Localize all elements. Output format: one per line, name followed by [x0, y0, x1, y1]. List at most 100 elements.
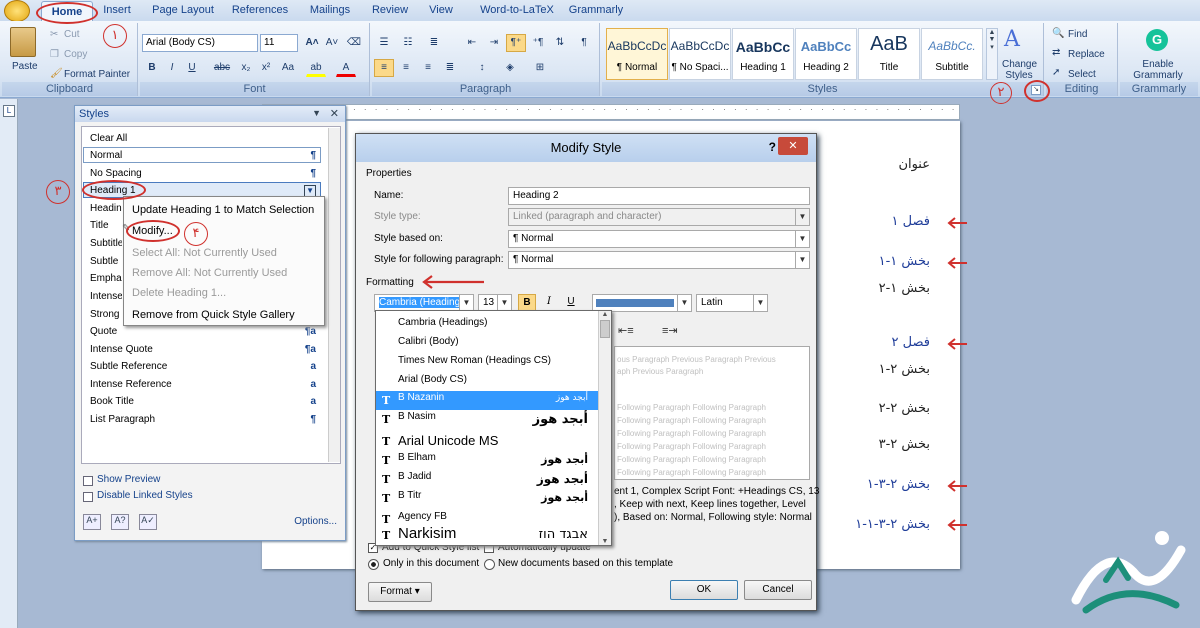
style-item[interactable]: Intense Emphasis [83, 288, 123, 304]
change-styles-button[interactable]: Change Styles [1002, 59, 1037, 81]
style-item[interactable]: Clear All [83, 130, 321, 146]
change-case-icon[interactable]: Aa [278, 59, 298, 77]
strikethrough-icon[interactable]: abc [212, 59, 232, 77]
menu-item-remove-all[interactable]: Remove All: Not Currently Used [132, 267, 287, 279]
tab-word-to-latex[interactable]: Word-to-LaTeX [475, 4, 559, 16]
tab-view[interactable]: View [425, 4, 457, 16]
align-center-icon[interactable]: ≡ [396, 59, 416, 77]
style-item[interactable]: Title [83, 217, 123, 233]
style-item[interactable]: Subtle Emphasis [83, 253, 123, 269]
find-button[interactable]: Find [1068, 29, 1087, 40]
ok-button[interactable]: OK [670, 580, 738, 600]
font-option[interactable]: TB Nasim أبجد هوز [376, 410, 598, 429]
font-option[interactable]: Calibri (Body) [376, 332, 598, 351]
font-option[interactable]: TB Jadid أبجد هوز [376, 470, 598, 489]
quick-style-scroll[interactable]: ▲ ▼ ▾ [986, 28, 998, 80]
quick-style-title[interactable]: AaB Title [858, 28, 920, 80]
line-spacing-icon[interactable]: ↕ [472, 59, 492, 77]
enable-grammarly-button[interactable]: Enable Grammarly [1122, 59, 1194, 81]
close-icon[interactable]: ✕ [330, 107, 339, 120]
bullets-icon[interactable]: ☰ [374, 34, 394, 52]
disable-linked-checkbox[interactable] [83, 492, 93, 502]
sort-icon[interactable]: ⇅ [550, 34, 570, 52]
shrink-font-icon[interactable]: A˅ [322, 34, 342, 52]
style-item[interactable]: Normal ¶ [83, 147, 321, 163]
quick-style-heading-2[interactable]: AaBbCc Heading 2 [795, 28, 857, 80]
tab-review[interactable]: Review [370, 4, 410, 16]
font-color-icon[interactable]: A [336, 59, 356, 77]
based-on-select[interactable]: ¶ Normal ▼ [508, 230, 810, 248]
font-size-box[interactable]: 11 [260, 34, 298, 52]
menu-item-delete[interactable]: Delete Heading 1... [132, 287, 226, 299]
font-list-scrollbar[interactable]: ▲ ▼ [598, 311, 611, 545]
format-button[interactable]: Format ▾ [368, 582, 432, 602]
justify-icon[interactable]: ≣ [440, 59, 460, 77]
rtl-direction-icon[interactable]: ⁺¶ [528, 34, 548, 52]
italic-icon[interactable]: I [162, 59, 182, 77]
menu-item-update[interactable]: Update Heading 1 to Match Selection [132, 204, 314, 216]
indent-decrease-icon[interactable]: ⇤≡ [618, 324, 634, 337]
font-option[interactable]: Times New Roman (Headings CS) [376, 351, 598, 370]
font-option[interactable]: T Arial Unicode MS [376, 432, 598, 451]
style-item[interactable]: Book Title a [83, 393, 321, 409]
tab-grammarly[interactable]: Grammarly [568, 4, 624, 16]
close-icon[interactable]: ✕ [778, 137, 808, 155]
clear-format-icon[interactable]: ⌫ [344, 34, 364, 52]
underline-icon[interactable]: U [182, 59, 202, 77]
align-left-icon[interactable]: ≡ [374, 59, 394, 77]
cut-button[interactable]: Cut [64, 29, 80, 40]
tab-insert[interactable]: Insert [100, 4, 134, 16]
quick-style-heading-1[interactable]: AaBbCc Heading 1 [732, 28, 794, 80]
paste-icon[interactable] [10, 27, 36, 57]
quick-style-subtitle[interactable]: AaBbCc. Subtitle [921, 28, 983, 80]
replace-button[interactable]: Replace [1068, 49, 1105, 60]
cancel-button[interactable]: Cancel [744, 580, 812, 600]
paste-button[interactable]: Paste [12, 61, 38, 72]
shading-icon[interactable]: ◈ [500, 59, 520, 77]
ltr-direction-icon[interactable]: ¶⁺ [506, 34, 526, 52]
tab-selector-icon[interactable]: L [3, 105, 15, 117]
borders-icon[interactable]: ⊞ [530, 59, 550, 77]
show-marks-icon[interactable]: ¶ [574, 34, 594, 52]
style-item[interactable]: Intense Quote ¶a [83, 341, 321, 357]
manage-styles-icon[interactable]: A✓ [139, 514, 157, 530]
office-button[interactable] [4, 0, 30, 22]
menu-item-remove-gallery[interactable]: Remove from Quick Style Gallery [132, 309, 295, 321]
style-item[interactable]: Strong [83, 306, 123, 322]
font-option[interactable]: TB Titr أبجد هوز [376, 489, 598, 508]
new-style-icon[interactable]: A+ [83, 514, 101, 530]
font-option[interactable]: Arial (Body CS) [376, 370, 598, 389]
style-item[interactable]: Emphasis [83, 270, 123, 286]
increase-indent-icon[interactable]: ⇥ [484, 34, 504, 52]
style-item[interactable]: Intense Reference a [83, 376, 321, 392]
show-preview-checkbox[interactable] [83, 476, 93, 486]
tab-references[interactable]: References [230, 4, 290, 16]
help-button[interactable]: ? [769, 140, 776, 154]
numbering-icon[interactable]: ☷ [398, 34, 418, 52]
subscript-icon[interactable]: x₂ [236, 59, 256, 77]
bold-icon[interactable]: B [142, 59, 162, 77]
style-item[interactable]: Subtitle [83, 235, 123, 251]
pane-menu-icon[interactable]: ▼ [312, 108, 321, 118]
font-option-selected[interactable]: TB Nazanin أبجد هوز [376, 391, 598, 410]
tab-mailings[interactable]: Mailings [305, 4, 355, 16]
format-painter-button[interactable]: Format Painter [64, 69, 130, 80]
font-option[interactable]: T Narkisim אבגד הוז [376, 525, 598, 545]
options-link[interactable]: Options... [294, 516, 337, 527]
style-type-select[interactable]: Linked (paragraph and character) ▼ [508, 208, 810, 226]
superscript-icon[interactable]: x² [256, 59, 276, 77]
following-select[interactable]: ¶ Normal ▼ [508, 251, 810, 269]
quick-style-no-spacing[interactable]: AaBbCcDc ¶ No Spaci... [669, 28, 731, 80]
style-item[interactable]: Heading 2 [83, 200, 123, 216]
tab-page-layout[interactable]: Page Layout [150, 4, 216, 16]
style-item[interactable]: No Spacing ¶ [83, 165, 321, 181]
font-family-box[interactable]: Arial (Body CS) [142, 34, 258, 52]
decrease-indent-icon[interactable]: ⇤ [462, 34, 482, 52]
font-option[interactable]: Cambria (Headings) [376, 313, 598, 332]
multilevel-list-icon[interactable]: ≣ [424, 34, 444, 52]
quick-style-normal[interactable]: AaBbCcDc ¶ Normal [606, 28, 668, 80]
only-doc-radio[interactable] [368, 559, 379, 570]
name-input[interactable]: Heading 2 [508, 187, 810, 205]
style-inspector-icon[interactable]: A? [111, 514, 129, 530]
new-docs-radio[interactable] [484, 559, 495, 570]
